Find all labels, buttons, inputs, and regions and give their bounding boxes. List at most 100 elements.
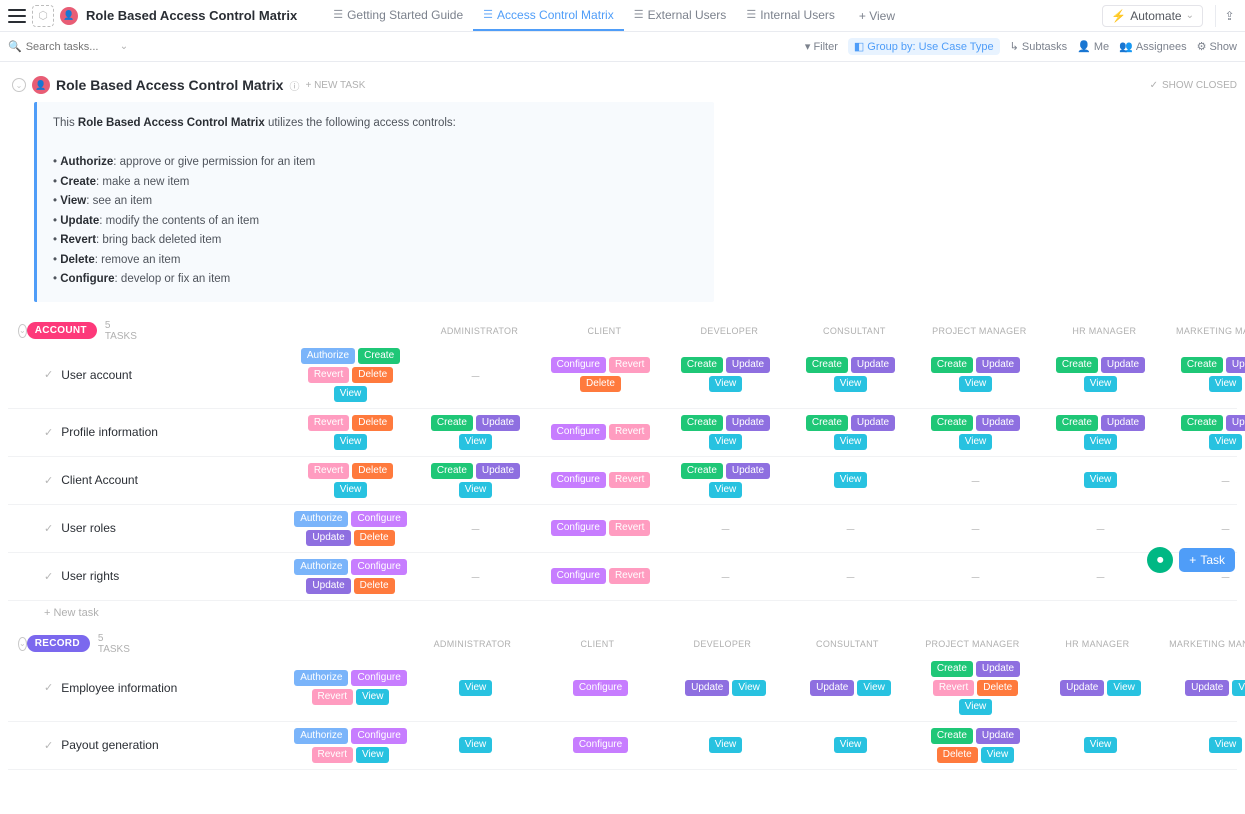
group-pill[interactable]: ACCOUNT (27, 322, 97, 339)
task-row[interactable]: ✓User rolesAuthorizeConfigureUpdateDelet… (8, 505, 1237, 553)
permission-tag[interactable]: Create (931, 661, 973, 677)
view-tab[interactable]: ☰Getting Started Guide (323, 0, 473, 31)
check-icon[interactable]: ✓ (44, 368, 53, 381)
permission-tag[interactable]: Create (681, 357, 723, 373)
permission-tag[interactable]: Configure (351, 728, 406, 744)
permission-tag[interactable]: View (857, 680, 891, 696)
permission-tag[interactable]: Configure (551, 357, 606, 373)
permission-tag[interactable]: Revert (312, 689, 353, 705)
me-button[interactable]: 👤Me (1077, 40, 1109, 53)
record-fab-button[interactable]: ⏺ (1147, 547, 1173, 573)
permission-tag[interactable]: Create (931, 415, 973, 431)
section-info-icon[interactable]: ⓘ (289, 78, 299, 93)
task-row[interactable]: ✓User rightsAuthorizeConfigureUpdateDele… (8, 553, 1237, 601)
check-icon[interactable]: ✓ (44, 570, 53, 583)
permission-tag[interactable]: View (834, 737, 868, 753)
task-row[interactable]: ✓Payout generationAuthorizeConfigureReve… (8, 722, 1237, 770)
permission-tag[interactable]: Configure (551, 568, 606, 584)
permission-tag[interactable]: View (1232, 680, 1245, 696)
permission-tag[interactable]: Configure (551, 472, 606, 488)
check-icon[interactable]: ✓ (44, 474, 53, 487)
permission-tag[interactable]: Create (931, 357, 973, 373)
chevron-down-icon[interactable]: ⌄ (120, 41, 128, 52)
permission-tag[interactable]: Configure (351, 670, 406, 686)
permission-tag[interactable]: View (834, 434, 868, 450)
assignees-button[interactable]: 👥Assignees (1119, 40, 1186, 53)
group-pill[interactable]: RECORD (27, 635, 90, 652)
view-tab[interactable]: ☰External Users (624, 0, 737, 31)
permission-tag[interactable]: Update (976, 728, 1020, 744)
permission-tag[interactable]: Revert (312, 747, 353, 763)
task-row[interactable]: ✓User accountAuthorizeCreateRevertDelete… (8, 342, 1237, 409)
permission-tag[interactable]: Create (1056, 415, 1098, 431)
task-row[interactable]: ✓Profile informationRevertDeleteViewCrea… (8, 409, 1237, 457)
permission-tag[interactable]: Update (976, 661, 1020, 677)
permission-tag[interactable]: Configure (351, 511, 406, 527)
permission-tag[interactable]: View (1084, 737, 1118, 753)
permission-tag[interactable]: Revert (933, 680, 974, 696)
permission-tag[interactable]: Create (806, 357, 848, 373)
permission-tag[interactable]: View (959, 699, 993, 715)
view-tab[interactable]: ☰Access Control Matrix (473, 0, 624, 31)
permission-tag[interactable]: View (709, 376, 743, 392)
new-task-link[interactable]: + New task (8, 601, 1237, 619)
permission-tag[interactable]: Create (806, 415, 848, 431)
share-button[interactable]: ⇪ (1215, 5, 1237, 27)
permission-tag[interactable]: Delete (352, 367, 393, 383)
permission-tag[interactable]: Update (810, 680, 854, 696)
search-box[interactable]: 🔍 ⌄ (8, 40, 138, 53)
permission-tag[interactable]: Update (1226, 415, 1245, 431)
automate-button[interactable]: ⚡ Automate ⌄ (1102, 5, 1203, 27)
permission-tag[interactable]: Revert (609, 472, 650, 488)
permission-tag[interactable]: Configure (573, 737, 628, 753)
permission-tag[interactable]: Create (358, 348, 400, 364)
permission-tag[interactable]: View (709, 434, 743, 450)
permission-tag[interactable]: Authorize (294, 670, 348, 686)
permission-tag[interactable]: View (334, 482, 368, 498)
subtasks-button[interactable]: ↳Subtasks (1010, 40, 1067, 53)
permission-tag[interactable]: Create (681, 463, 723, 479)
menu-icon[interactable] (8, 9, 26, 23)
filter-button[interactable]: ▾Filter (805, 40, 838, 53)
permission-tag[interactable]: Create (431, 463, 473, 479)
collapse-toggle[interactable]: ⌄ (12, 78, 26, 92)
permission-tag[interactable]: Update (1060, 680, 1104, 696)
permission-tag[interactable]: Update (306, 578, 350, 594)
check-icon[interactable]: ✓ (44, 681, 53, 694)
permission-tag[interactable]: View (1107, 680, 1141, 696)
permission-tag[interactable]: Configure (573, 680, 628, 696)
add-view-button[interactable]: + View (851, 9, 903, 23)
permission-tag[interactable]: Create (1181, 357, 1223, 373)
permission-tag[interactable]: Update (1185, 680, 1229, 696)
permission-tag[interactable]: Update (851, 415, 895, 431)
permission-tag[interactable]: View (459, 680, 493, 696)
permission-tag[interactable]: Revert (308, 415, 349, 431)
permission-tag[interactable]: Create (681, 415, 723, 431)
permission-tag[interactable]: View (1209, 737, 1243, 753)
view-tab[interactable]: ☰Internal Users (736, 0, 845, 31)
permission-tag[interactable]: Delete (937, 747, 978, 763)
permission-tag[interactable]: View (334, 386, 368, 402)
permission-tag[interactable]: View (459, 737, 493, 753)
permission-tag[interactable]: Revert (609, 568, 650, 584)
permission-tag[interactable]: View (1209, 376, 1243, 392)
permission-tag[interactable]: Update (726, 415, 770, 431)
permission-tag[interactable]: Delete (580, 376, 621, 392)
permission-tag[interactable]: View (709, 482, 743, 498)
permission-tag[interactable]: Configure (351, 559, 406, 575)
permission-tag[interactable]: View (356, 689, 390, 705)
group-collapse-toggle[interactable]: ⌄ (18, 324, 27, 338)
group-by-button[interactable]: ◧Group by: Use Case Type (848, 38, 1000, 55)
permission-tag[interactable]: View (1084, 472, 1118, 488)
permission-tag[interactable]: View (1209, 434, 1243, 450)
permission-tag[interactable]: Delete (352, 463, 393, 479)
permission-tag[interactable]: Update (726, 463, 770, 479)
permission-tag[interactable]: Authorize (294, 559, 348, 575)
permission-tag[interactable]: Update (851, 357, 895, 373)
permission-tag[interactable]: Authorize (301, 348, 355, 364)
group-collapse-toggle[interactable]: ⌄ (18, 637, 27, 651)
show-button[interactable]: ⚙Show (1197, 40, 1237, 53)
permission-tag[interactable]: View (459, 434, 493, 450)
permission-tag[interactable]: Update (1101, 415, 1145, 431)
permission-tag[interactable]: Update (306, 530, 350, 546)
